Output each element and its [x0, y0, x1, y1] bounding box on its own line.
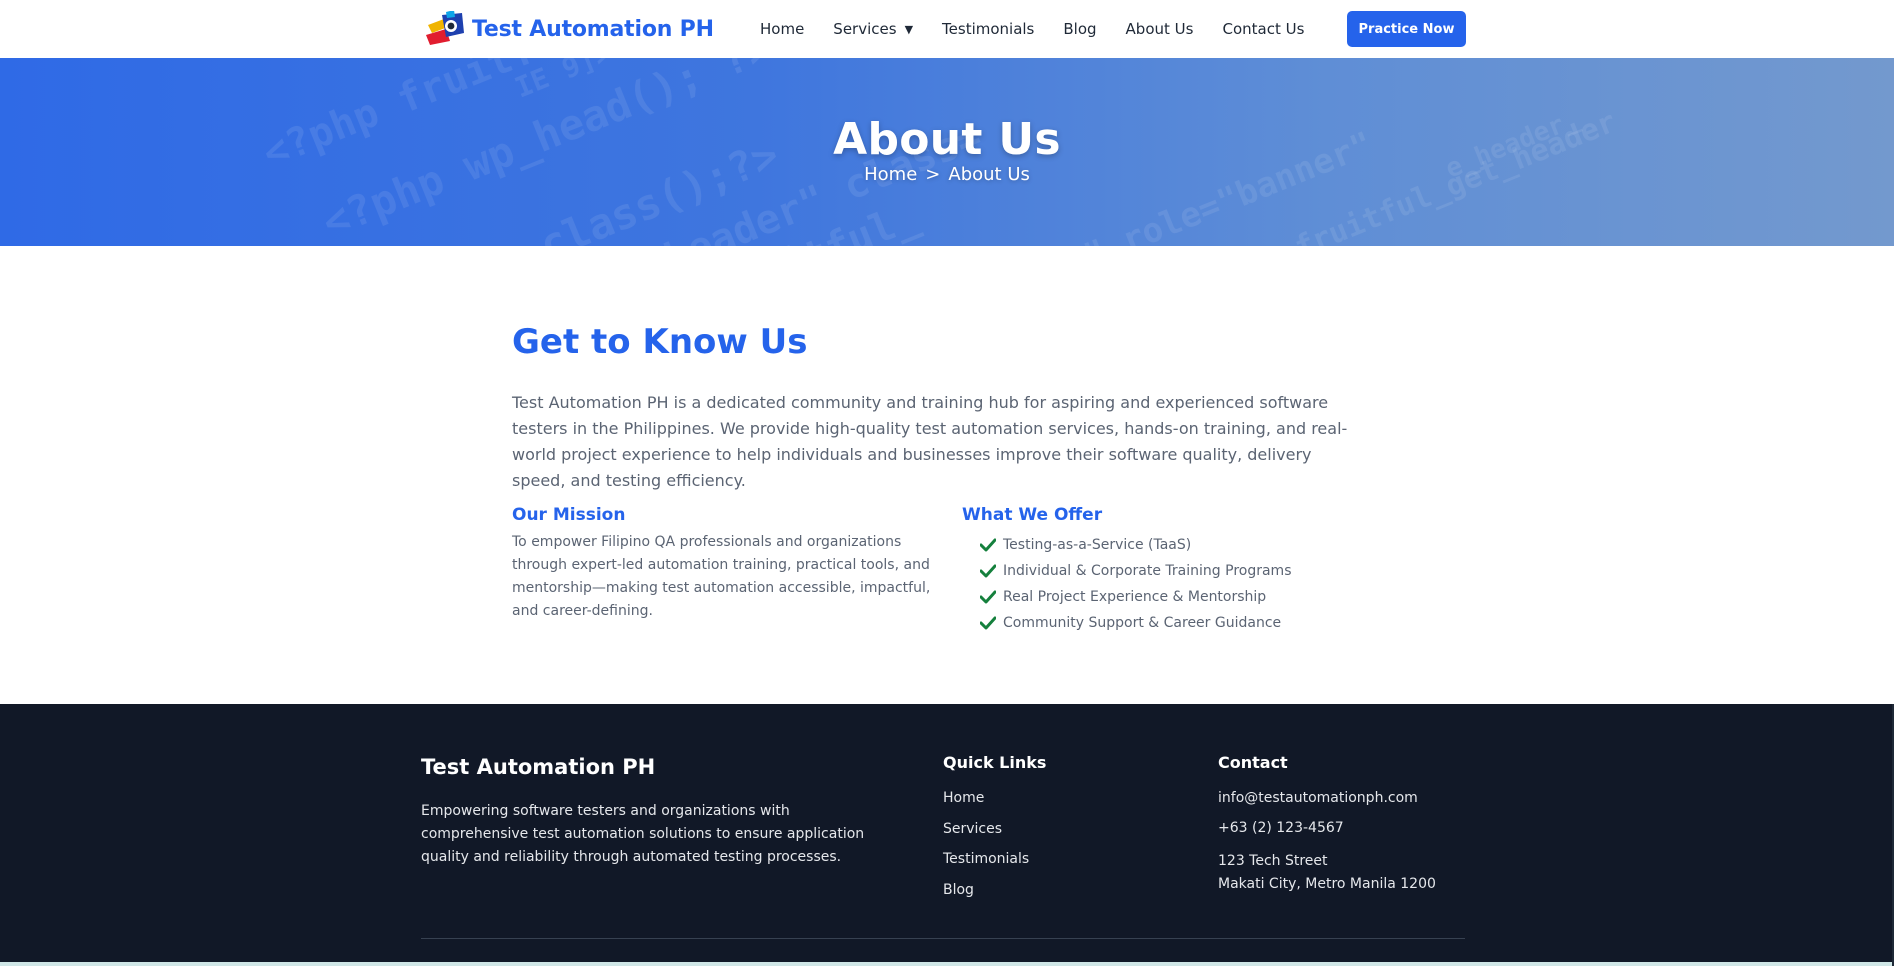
nav-home[interactable]: Home — [760, 20, 804, 38]
breadcrumb-current: About Us — [948, 164, 1030, 185]
top-navbar: Test Automation PH Home Services ▼ Testi… — [0, 0, 1894, 58]
offer-item: Real Project Experience & Mentorship — [980, 584, 1292, 610]
checkmark-icon — [980, 616, 996, 630]
brand-name: Test Automation PH — [472, 16, 714, 42]
nav-testimonials[interactable]: Testimonials — [942, 20, 1034, 38]
nav-contact-us[interactable]: Contact Us — [1222, 20, 1304, 38]
quick-links-heading: Quick Links — [943, 753, 1047, 772]
contact-address-line1: 123 Tech Street — [1218, 853, 1328, 869]
practice-now-button[interactable]: Practice Now — [1347, 11, 1466, 47]
checkmark-icon — [980, 538, 996, 552]
breadcrumb: Home > About Us — [0, 164, 1894, 185]
footer-bottom-strip — [0, 962, 1894, 966]
offer-item-label: Testing-as-a-Service (TaaS) — [1003, 537, 1192, 553]
contact-info: info@testautomationph.com +63 (2) 123-45… — [1218, 790, 1436, 896]
footer-link-testimonials[interactable]: Testimonials — [943, 851, 1029, 882]
offer-item-label: Individual & Corporate Training Programs — [1003, 563, 1292, 579]
footer-link-blog[interactable]: Blog — [943, 882, 1029, 913]
chevron-down-icon: ▼ — [904, 22, 914, 36]
footer-description: Empowering software testers and organiza… — [421, 803, 865, 865]
nav-blog[interactable]: Blog — [1063, 20, 1096, 38]
mission-heading: Our Mission — [512, 505, 626, 525]
footer-link-services[interactable]: Services — [943, 821, 1029, 852]
offer-item: Testing-as-a-Service (TaaS) — [980, 532, 1292, 558]
nav-services[interactable]: Services ▼ — [833, 20, 913, 38]
footer-brand: Test Automation PH — [421, 755, 656, 779]
checkmark-icon — [980, 590, 996, 604]
logo-icon — [426, 11, 464, 45]
about-heading: Get to Know Us — [512, 322, 808, 362]
main-menu: Home Services ▼ Testimonials Blog About … — [760, 0, 1333, 58]
contact-address-line2: Makati City, Metro Manila 1200 — [1218, 876, 1436, 892]
footer-link-home[interactable]: Home — [943, 790, 1029, 821]
nav-about-us[interactable]: About Us — [1126, 20, 1194, 38]
quick-links-list: Home Services Testimonials Blog — [943, 790, 1029, 912]
about-intro-text: Test Automation PH is a dedicated commun… — [512, 393, 1348, 490]
breadcrumb-home-link[interactable]: Home — [864, 164, 917, 185]
mission-text: To empower Filipino QA professionals and… — [512, 534, 931, 619]
offer-item: Community Support & Career Guidance — [980, 610, 1292, 636]
offer-item: Individual & Corporate Training Programs — [980, 558, 1292, 584]
contact-heading: Contact — [1218, 753, 1288, 772]
offer-heading: What We Offer — [962, 505, 1103, 525]
brand-logo-link[interactable]: Test Automation PH — [424, 9, 714, 49]
nav-services-label: Services — [833, 20, 897, 38]
site-footer: Test Automation PH Empowering software t… — [0, 704, 1894, 966]
breadcrumb-separator: > — [925, 164, 941, 185]
offer-item-label: Real Project Experience & Mentorship — [1003, 589, 1267, 605]
contact-email[interactable]: info@testautomationph.com — [1218, 790, 1436, 820]
page-title: About Us — [833, 114, 1061, 166]
offer-list: Testing-as-a-Service (TaaS) Individual &… — [980, 532, 1292, 636]
page-hero-banner: <?php fruitful_ <?php wp_head(); ?> body… — [0, 58, 1894, 246]
checkmark-icon — [980, 564, 996, 578]
contact-phone[interactable]: +63 (2) 123-4567 — [1218, 820, 1436, 850]
offer-item-label: Community Support & Career Guidance — [1003, 615, 1282, 631]
footer-divider — [421, 938, 1465, 939]
